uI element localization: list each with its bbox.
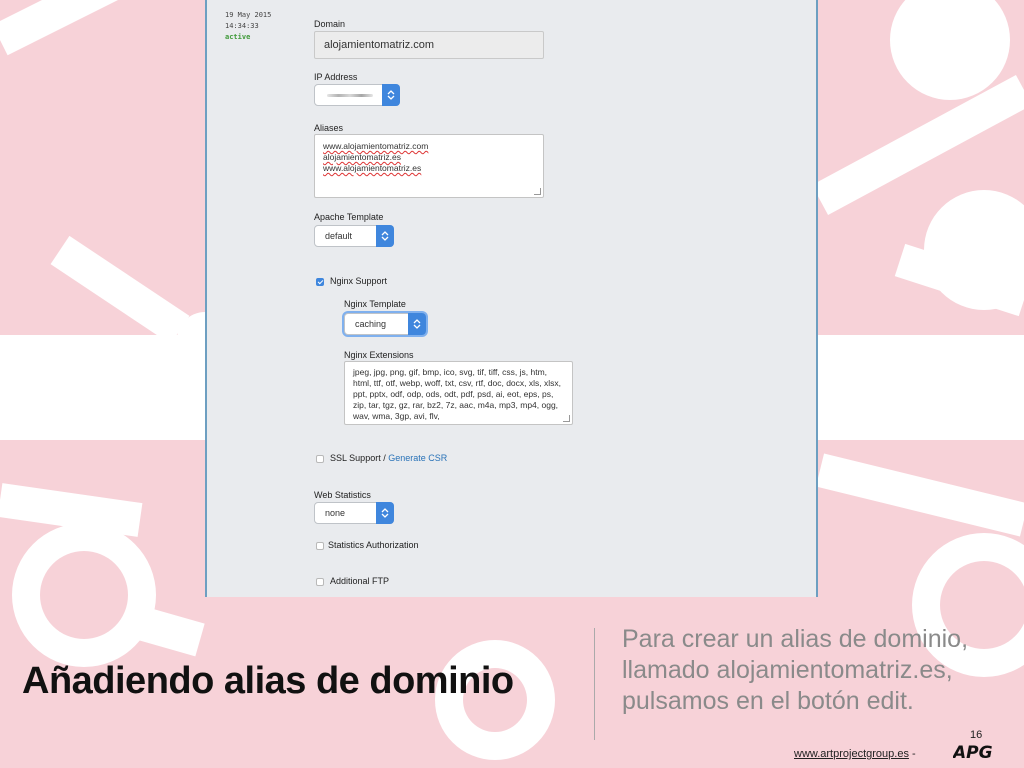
logo-text: APG: [953, 743, 993, 762]
alias-line: www.alojamientomatriz.es: [323, 163, 422, 173]
footer: www.artprojectgroup.es -: [794, 748, 916, 760]
ip-address-label: IP Address: [314, 72, 358, 82]
ssl-support-checkbox[interactable]: [316, 455, 324, 463]
alias-line: www.alojamientomatriz.com: [323, 141, 429, 151]
slide-title: Añadiendo alias de dominio: [22, 660, 514, 702]
alias-line: alojamientomatriz.es: [323, 152, 401, 162]
nginx-template-value: caching: [355, 319, 387, 329]
resize-handle[interactable]: [534, 188, 541, 195]
apache-template-value: default: [325, 231, 353, 241]
nginx-template-label: Nginx Template: [344, 299, 406, 309]
ssl-support-label: SSL Support /: [330, 453, 386, 463]
divider: [594, 628, 595, 740]
statistics-authorization-checkbox[interactable]: [316, 542, 324, 550]
page-number: 16: [970, 729, 983, 741]
web-statistics-label: Web Statistics: [314, 490, 371, 500]
additional-ftp-label: Additional FTP: [330, 576, 390, 586]
select-arrows-icon: [376, 225, 394, 247]
nginx-support-label: Nginx Support: [330, 276, 388, 286]
footer-url-link[interactable]: www.artprojectgroup.es: [794, 748, 909, 760]
apg-logo: APG: [953, 743, 993, 762]
statistics-authorization-label: Statistics Authorization: [328, 540, 419, 550]
ssl-support-row: SSL Support / Generate CSR: [330, 453, 447, 463]
nginx-support-checkbox[interactable]: [316, 278, 324, 286]
resize-handle[interactable]: [563, 415, 570, 422]
record-date: 19 May 2015: [225, 11, 272, 19]
slide-description: Para crear un alias de dominio, llamado …: [622, 625, 969, 715]
additional-ftp-checkbox[interactable]: [316, 578, 324, 586]
generate-csr-link[interactable]: Generate CSR: [388, 453, 447, 463]
domain-field[interactable]: alojamientomatriz.com: [314, 31, 544, 59]
aliases-label: Aliases: [314, 123, 344, 133]
apache-template-select[interactable]: default: [314, 225, 394, 247]
nginx-extensions-label: Nginx Extensions: [344, 350, 414, 360]
footer-separator: -: [908, 748, 916, 760]
record-time: 14:34:33: [225, 22, 259, 30]
web-statistics-select[interactable]: none: [314, 502, 394, 524]
select-arrows-icon: [408, 313, 426, 335]
ip-address-value-blurred: [327, 94, 373, 97]
nginx-template-select[interactable]: caching: [344, 313, 426, 335]
record-meta: 19 May 2015 14:34:33 active: [225, 10, 271, 43]
nginx-extensions-textarea[interactable]: jpeg, jpg, png, gif, bmp, ico, svg, tif,…: [344, 361, 573, 425]
aliases-textarea[interactable]: www.alojamientomatriz.com alojamientomat…: [314, 134, 544, 198]
select-arrows-icon: [376, 502, 394, 524]
ip-address-select[interactable]: [314, 84, 400, 106]
nginx-extensions-value: jpeg, jpg, png, gif, bmp, ico, svg, tif,…: [353, 367, 561, 421]
web-statistics-value: none: [325, 508, 346, 518]
apache-template-label: Apache Template: [314, 212, 384, 222]
record-status: active: [225, 33, 251, 41]
edit-domain-panel: 19 May 2015 14:34:33 active Domain aloja…: [205, 0, 818, 597]
domain-label: Domain: [314, 19, 346, 29]
select-arrows-icon: [382, 84, 400, 106]
